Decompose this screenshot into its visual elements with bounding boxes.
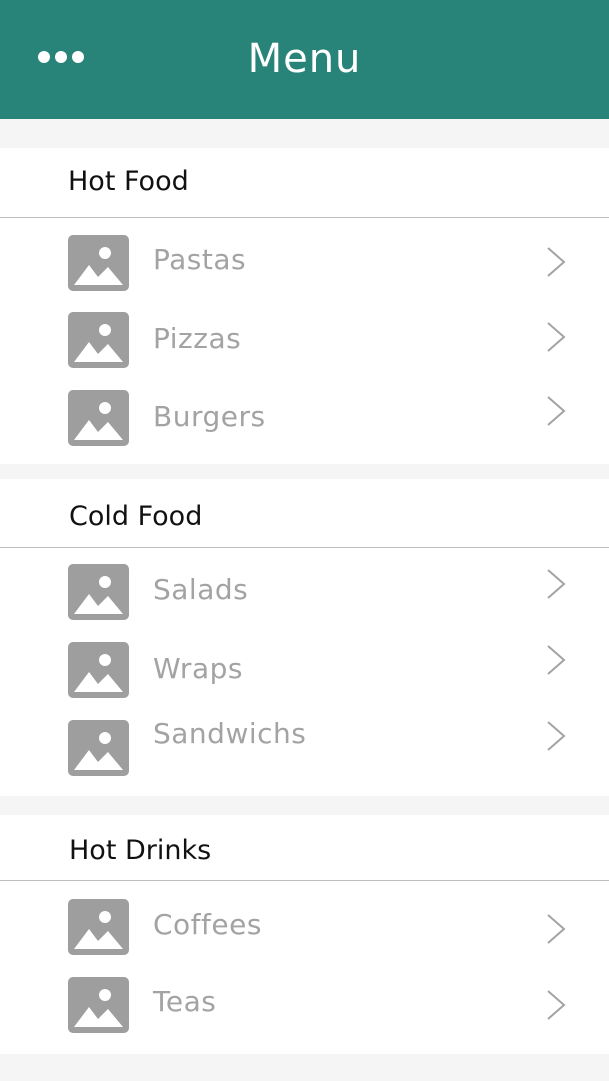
section-title: Hot Drinks: [69, 835, 212, 866]
section-divider: [0, 880, 609, 881]
list-item-coffees[interactable]: Coffees: [0, 899, 609, 959]
list-item-label: Pizzas: [153, 322, 242, 355]
image-placeholder-icon: [68, 564, 129, 620]
chevron-right-icon: [547, 247, 566, 277]
page-title: Menu: [247, 36, 362, 82]
section-divider: [0, 217, 609, 218]
chevron-right-icon: [547, 396, 566, 426]
list-item-label: Teas: [153, 985, 217, 1018]
list-item-label: Salads: [153, 573, 249, 606]
list-item-label: Wraps: [153, 652, 243, 685]
list-item-teas[interactable]: Teas: [0, 977, 609, 1037]
section-title: Hot Food: [68, 166, 189, 197]
list-item-label: Sandwichs: [153, 717, 307, 750]
section-cold-food: Cold Food Salads Wraps Sandwichs: [0, 479, 609, 796]
list-item-label: Pastas: [153, 243, 247, 276]
chevron-right-icon: [547, 990, 566, 1020]
chevron-right-icon: [547, 914, 566, 944]
list-item-pastas[interactable]: Pastas: [0, 233, 609, 293]
chevron-right-icon: [547, 322, 566, 352]
image-placeholder-icon: [68, 235, 129, 291]
section-title: Cold Food: [69, 501, 203, 532]
image-placeholder-icon: [68, 312, 129, 368]
section-divider: [0, 547, 609, 548]
section-hot-drinks: Hot Drinks Coffees Teas: [0, 815, 609, 1054]
list-item-burgers[interactable]: Burgers: [0, 388, 609, 448]
image-placeholder-icon: [68, 390, 129, 446]
chevron-right-icon: [547, 645, 566, 675]
image-placeholder-icon: [68, 899, 129, 955]
list-item-label: Burgers: [153, 400, 266, 433]
chevron-right-icon: [547, 721, 566, 751]
image-placeholder-icon: [68, 977, 129, 1033]
section-hot-food: Hot Food Pastas Pizzas Burgers: [0, 148, 609, 464]
image-placeholder-icon: [68, 642, 129, 698]
list-item-wraps[interactable]: Wraps: [0, 641, 609, 701]
chevron-right-icon: [547, 569, 566, 599]
image-placeholder-icon: [68, 720, 129, 776]
list-item-salads[interactable]: Salads: [0, 563, 609, 623]
list-item-sandwichs[interactable]: Sandwichs: [0, 717, 609, 779]
list-item-pizzas[interactable]: Pizzas: [0, 310, 609, 370]
list-item-label: Coffees: [153, 908, 262, 941]
app-header: Menu: [0, 0, 609, 119]
